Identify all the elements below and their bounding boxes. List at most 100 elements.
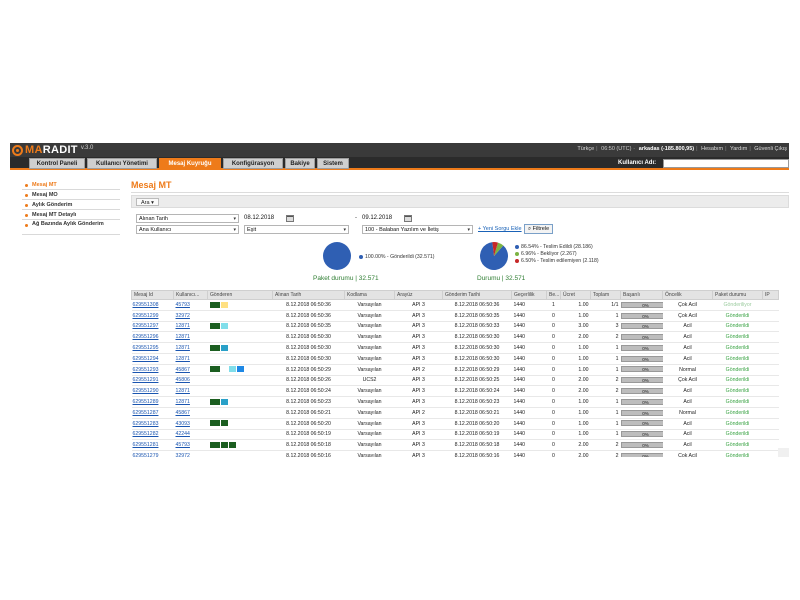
table-row[interactable]: 629551308 45793 8.12.2018 06:50:36 Varsayıl… <box>131 299 779 311</box>
date-field-select[interactable]: Alınan Tarih ▾ <box>136 214 239 223</box>
calendar-icon[interactable] <box>404 215 412 222</box>
user-id-link[interactable]: 32972 <box>176 453 190 457</box>
search-toggle-button[interactable]: Ara ▾ <box>136 198 159 206</box>
user-id-link[interactable]: 12871 <box>176 323 190 329</box>
table-row[interactable]: 629551287 45867 8.12.2018 06:50:21 Varsayıl… <box>131 407 779 419</box>
table-row[interactable]: 629551282 42244 8.12.2018 06:50:19 Varsayıl… <box>131 429 779 441</box>
user-id-link[interactable]: 45806 <box>176 377 190 383</box>
add-query-link[interactable]: + Yeni Sorgu Ekle <box>478 226 522 232</box>
message-id-link[interactable]: 629551296 <box>133 334 159 340</box>
message-id-link[interactable]: 629551291 <box>133 377 159 383</box>
table-row[interactable]: 629551293 45867 8.12.2018 06:50:29 Varsayıl… <box>131 364 779 376</box>
message-id-cell: 629551279 <box>131 450 174 457</box>
help-link[interactable]: Yardım <box>730 146 747 152</box>
column-header[interactable]: Paket durumu <box>712 290 763 300</box>
user-value-select[interactable]: 100 - Balaban Yazılım ve İletiş ▾ <box>362 225 473 234</box>
column-header[interactable]: Gönderim Tarihi <box>442 290 512 300</box>
message-id-link[interactable]: 629551294 <box>133 356 159 362</box>
table-row[interactable]: 629551296 12871 8.12.2018 06:50:30 Varsayıl… <box>131 331 779 344</box>
column-header[interactable]: Ücret <box>560 290 591 300</box>
table-row[interactable]: 629551289 12871 8.12.2018 06:50:23 Varsayıl… <box>131 396 779 408</box>
user-id-link[interactable]: 45867 <box>176 367 190 373</box>
user-id-link[interactable]: 45867 <box>176 410 190 416</box>
column-header[interactable]: Gönderen <box>207 290 273 300</box>
tab-system[interactable]: Sistem <box>317 158 349 169</box>
column-header[interactable]: Kodlama <box>344 290 395 300</box>
column-header[interactable]: Öncelik <box>662 290 713 300</box>
date-to-input[interactable]: 09.12.2018 <box>362 214 392 223</box>
received-date-cell: 8.12.2018 06:50:26 <box>272 375 345 387</box>
message-id-link[interactable]: 629551287 <box>133 410 159 416</box>
message-id-link[interactable]: 629551279 <box>133 453 159 457</box>
user-id-link[interactable]: 42244 <box>176 431 190 437</box>
username-input[interactable] <box>663 159 789 168</box>
message-id-link[interactable]: 629551283 <box>133 421 159 427</box>
user-field-select[interactable]: Ana Kullanıcı ▾ <box>136 225 239 234</box>
table-row[interactable]: 629551294 12871 8.12.2018 06:50:30 Varsayıl… <box>131 353 779 365</box>
sidebar-item-mesaj-mo[interactable]: Mesaj MO <box>22 190 120 200</box>
message-id-link[interactable]: 629551295 <box>133 345 159 351</box>
tab-message-queue[interactable]: Mesaj Kuyruğu <box>159 158 221 169</box>
sidebar-item-monthly-sending[interactable]: Aylık Gönderim <box>22 200 120 210</box>
user-id-link[interactable]: 12871 <box>176 388 190 394</box>
message-id-link[interactable]: 629551282 <box>133 431 159 437</box>
sent-date-cell: 8.12.2018 06:50:30 <box>442 353 512 365</box>
be-cell: 1 <box>546 299 561 311</box>
table-row[interactable]: 629551299 32972 8.12.2018 06:50:36 Varsayıl… <box>131 310 779 322</box>
ip-cell <box>762 429 779 441</box>
table-row[interactable]: 629551281 45793 8.12.2018 06:50:18 Varsayıl… <box>131 439 779 452</box>
sidebar-item-mesaj-mt-detailed[interactable]: Mesaj MT Detaylı <box>22 210 120 220</box>
table-row[interactable]: 629551297 12871 8.12.2018 06:50:35 Varsayıl… <box>131 321 779 333</box>
column-header[interactable]: Alınan Tarih <box>272 290 345 300</box>
user-id-link[interactable]: 12871 <box>176 345 190 351</box>
tab-configuration[interactable]: Konfigürasyon <box>223 158 283 169</box>
message-id-link[interactable]: 629551289 <box>133 399 159 405</box>
message-id-link[interactable]: 629551299 <box>133 313 159 319</box>
message-id-link[interactable]: 629551297 <box>133 323 159 329</box>
column-header[interactable]: Arayüz <box>394 290 443 300</box>
message-id-link[interactable]: 629551293 <box>133 367 159 373</box>
column-header[interactable]: Kullanıcı... <box>173 290 208 300</box>
tab-balance[interactable]: Bakiye <box>285 158 315 169</box>
column-header[interactable]: IP <box>762 290 779 300</box>
user-id-link[interactable]: 45793 <box>176 302 190 308</box>
top-bar: MARADIT v.3.0 Türkçe | 06:50 (UTC) - arkad… <box>10 143 789 157</box>
user-id-link[interactable]: 12871 <box>176 334 190 340</box>
table-scrollbar[interactable] <box>778 448 789 457</box>
message-id-link[interactable]: 629551290 <box>133 388 159 394</box>
user-id-link[interactable]: 45793 <box>176 442 190 448</box>
operator-select[interactable]: Eşit ▾ <box>244 225 349 234</box>
language-link[interactable]: Türkçe <box>577 146 594 152</box>
column-header[interactable]: Be... <box>546 290 561 300</box>
column-header[interactable]: Mesaj Id <box>131 290 174 300</box>
table-row[interactable]: 629551283 43093 8.12.2018 06:50:20 Varsayıl… <box>131 418 779 430</box>
interface-cell: API 3 <box>394 439 443 452</box>
my-account-link[interactable]: Hesabım <box>701 146 723 152</box>
table-row[interactable]: 629551291 45806 8.12.2018 06:50:26 UCS2 API … <box>131 375 779 387</box>
sidebar-item-network-monthly[interactable]: Ağ Bazında Aylık Gönderim <box>22 220 120 235</box>
column-header[interactable]: Geçerlilik <box>511 290 547 300</box>
logout-link[interactable]: Güvenli Çıkış <box>754 146 787 152</box>
user-id-cell: 45793 <box>173 299 208 311</box>
column-header[interactable]: Toplam <box>590 290 621 300</box>
user-id-link[interactable]: 32972 <box>176 313 190 319</box>
table-row[interactable]: 629551279 32972 8.12.2018 06:50:16 Varsayıl… <box>131 450 779 457</box>
column-header[interactable]: Başarılı <box>620 290 663 300</box>
ip-cell <box>762 407 779 419</box>
maradit-logo[interactable]: MARADIT v.3.0 <box>12 144 93 156</box>
tab-user-management[interactable]: Kullanıcı Yönetimi <box>87 158 157 169</box>
message-id-link[interactable]: 629551308 <box>133 302 159 308</box>
table-row[interactable]: 629551290 12871 8.12.2018 06:50:24 Varsayıl… <box>131 385 779 398</box>
user-id-link[interactable]: 12871 <box>176 356 190 362</box>
sidebar-item-mesaj-mt[interactable]: Mesaj MT <box>22 180 120 190</box>
filter-button[interactable]: ⌕ Filtrele <box>524 224 554 234</box>
tab-control-panel[interactable]: Kontrol Paneli <box>29 158 85 169</box>
date-from-input[interactable]: 08.12.2018 <box>244 214 274 223</box>
message-id-link[interactable]: 629551281 <box>133 442 159 448</box>
table-row[interactable]: 629551295 12871 8.12.2018 06:50:30 Varsayıl… <box>131 342 779 354</box>
user-id-link[interactable]: 12871 <box>176 399 190 405</box>
user-id-link[interactable]: 43093 <box>176 421 190 427</box>
be-cell: 0 <box>546 396 561 408</box>
message-id-cell: 629551293 <box>131 364 174 376</box>
calendar-icon[interactable] <box>286 215 294 222</box>
